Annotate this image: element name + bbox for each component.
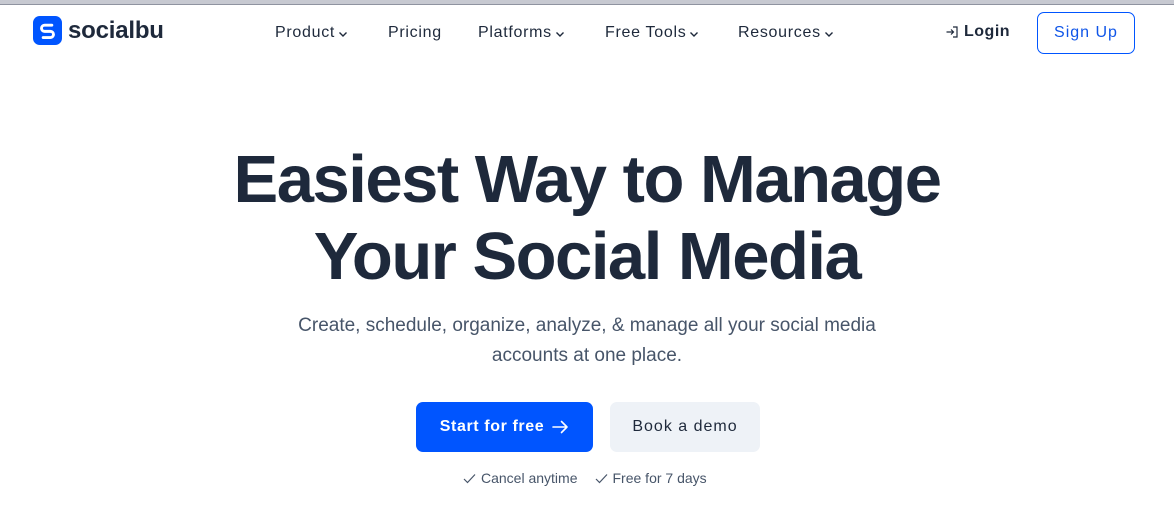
start-for-free-label: Start for free	[439, 418, 545, 435]
hero-title-line-2: Your Social Media	[313, 219, 862, 294]
hero-title: Easiest Way to Manage Your Social Media	[0, 141, 1174, 295]
nav-item-label: Platforms	[478, 24, 552, 41]
signup-button[interactable]: Sign Up	[1037, 12, 1135, 54]
nav-item-label: Pricing	[388, 24, 442, 41]
logo[interactable]: socialbu	[33, 16, 164, 45]
hero-subtitle-line-1: Create, schedule, organize, analyze, & m…	[298, 315, 876, 336]
check-icon	[595, 473, 607, 483]
book-a-demo-button[interactable]: Book a demo	[610, 402, 760, 452]
hero-title-line-1: Easiest Way to Manage	[233, 142, 942, 217]
socialbu-logo-icon	[33, 16, 62, 45]
chevron-down-icon	[339, 32, 348, 37]
logo-text: socialbu	[68, 16, 164, 44]
nav-item-free-tools[interactable]: Free Tools	[605, 22, 738, 44]
login-icon	[946, 26, 958, 38]
perks-list: Cancel anytime Free for 7 days	[463, 470, 707, 486]
site-header: socialbu Product Pricing Platforms Free …	[0, 5, 1174, 61]
chevron-down-icon	[690, 32, 699, 37]
perk-item: Free for 7 days	[595, 470, 707, 486]
chevron-down-icon	[824, 32, 833, 37]
nav-item-label: Resources	[738, 24, 821, 41]
hero-subtitle: Create, schedule, organize, analyze, & m…	[0, 311, 1174, 371]
nav-item-pricing[interactable]: Pricing	[388, 22, 478, 44]
nav-item-platforms[interactable]: Platforms	[478, 22, 605, 44]
chevron-down-icon	[555, 32, 564, 37]
perk-label: Free for 7 days	[612, 470, 707, 486]
check-icon	[463, 473, 476, 483]
arrow-right-icon	[552, 420, 569, 434]
perk-label: Cancel anytime	[481, 470, 578, 486]
nav-item-resources[interactable]: Resources	[738, 22, 834, 44]
nav-item-product[interactable]: Product	[275, 22, 388, 44]
perk-item: Cancel anytime	[463, 470, 578, 486]
login-label: Login	[964, 23, 1011, 40]
main-nav: Product Pricing Platforms Free Tools Res…	[275, 22, 834, 44]
hero-subtitle-line-2: accounts at one place.	[491, 345, 683, 366]
start-for-free-button[interactable]: Start for free	[416, 402, 593, 452]
nav-item-label: Free Tools	[605, 24, 687, 41]
login-link[interactable]: Login	[945, 23, 1010, 41]
nav-item-label: Product	[275, 24, 336, 41]
